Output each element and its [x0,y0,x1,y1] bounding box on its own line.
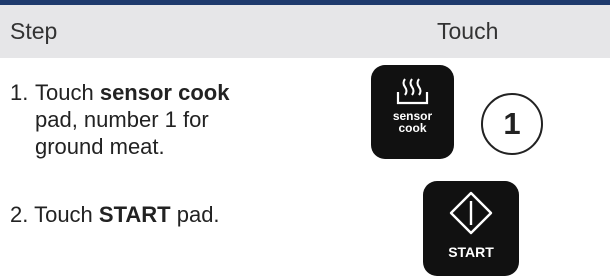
step-2-text-post: pad. [170,202,220,227]
step-1-line-3: ground meat. [35,134,165,159]
sensor-cook-pad[interactable]: sensor cook [371,65,454,159]
step-2: 2. Touch START pad. [10,201,300,228]
table-header: Step Touch [0,5,610,58]
step-2-bold-pad-name: START [98,202,171,227]
sensor-label-line-2: cook [398,121,426,135]
number-1-button[interactable]: 1 [481,93,543,155]
step-1-line-2: pad, number 1 for [35,107,209,132]
sensor-cook-icon: sensor cook [393,78,433,135]
step-2-number: 2. [10,202,29,227]
column-header-touch: Touch [437,18,499,44]
start-label: START [448,244,494,260]
column-header-step: Step [10,18,58,44]
step-1-text-pre: Touch [35,80,100,105]
step-1-bold-pad-name: sensor cook [99,80,230,105]
step-1-number: 1. [10,80,29,105]
step-2-text-pre: Touch [34,202,99,227]
number-1-label: 1 [503,106,521,141]
start-icon: START [448,191,494,260]
start-pad[interactable]: START [423,181,519,276]
